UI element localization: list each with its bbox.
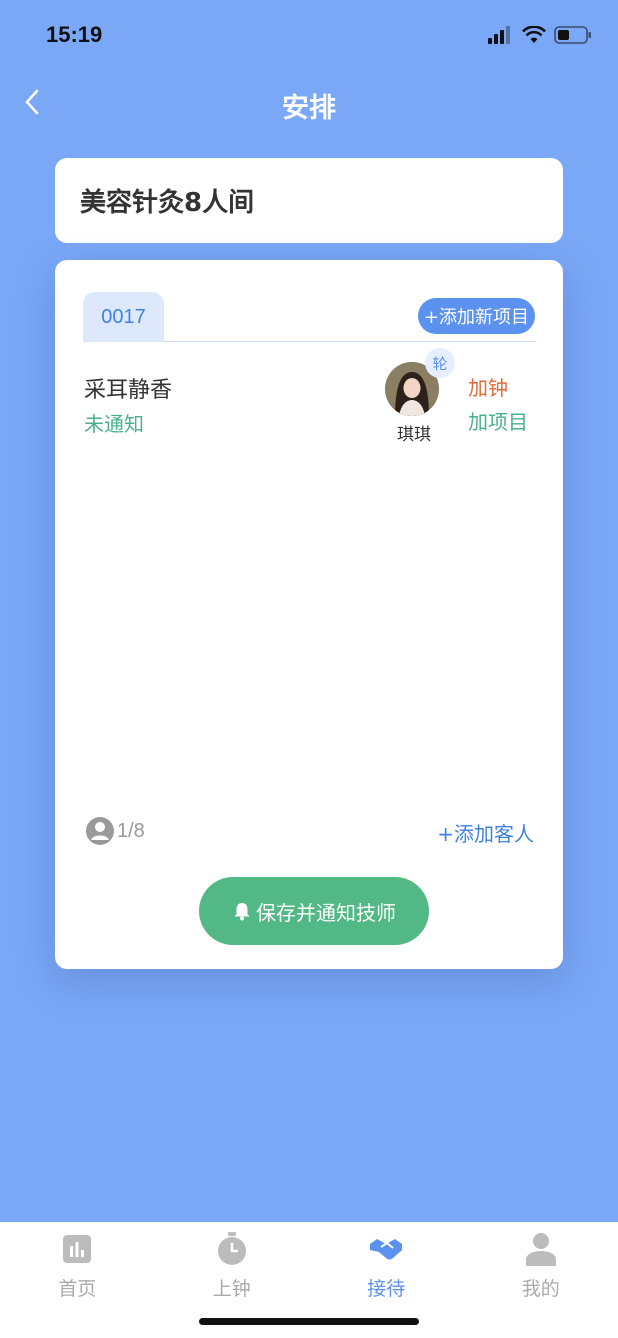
nav-bar: 安排 — [0, 72, 618, 134]
room-card: 美容针灸8人间 — [55, 158, 563, 243]
user-icon — [524, 1232, 558, 1266]
tab-mine[interactable]: 我的 — [464, 1222, 618, 1338]
technician[interactable]: 轮 琪琪 — [383, 348, 455, 445]
guest-count: 1/8 — [85, 816, 145, 846]
battery-icon — [554, 26, 591, 44]
tab-reception-label: 接待 — [367, 1278, 406, 1300]
tab-home-label: 首页 — [58, 1278, 97, 1300]
user-circle-icon — [86, 817, 114, 845]
tab-order-0017[interactable]: 0017 — [83, 292, 164, 342]
tab-home[interactable]: 首页 — [0, 1222, 155, 1338]
guest-count-text: 1/8 — [117, 819, 145, 842]
bar-chart-icon — [60, 1232, 94, 1266]
add-guest-button[interactable]: +添加客人 — [437, 818, 534, 847]
signal-icon — [488, 26, 510, 44]
page-title: 安排 — [282, 93, 336, 124]
add-project-button[interactable]: +添加新项目 — [417, 298, 535, 334]
status-time: 15:19 — [46, 22, 103, 47]
save-and-notify-label: 保存并通知技师 — [256, 900, 396, 925]
room-name: 美容针灸8人间 — [80, 188, 255, 218]
guest-name: 采耳静香 — [84, 378, 173, 403]
tab-mine-label: 我的 — [521, 1278, 560, 1300]
handshake-icon — [369, 1232, 403, 1266]
bell-icon — [234, 903, 250, 921]
tab-clock-in-label: 上钟 — [212, 1278, 251, 1300]
technician-name: 琪琪 — [397, 425, 431, 445]
status-bar: 15:19 — [0, 0, 618, 72]
guest-status: 未通知 — [84, 412, 144, 436]
rotation-badge: 轮 — [425, 348, 455, 378]
stopwatch-icon — [215, 1232, 249, 1266]
arrangement-card: 0017 +添加新项目 采耳静香 未通知 轮 琪琪 加钟 加项目 1/8 +添加… — [55, 260, 563, 969]
wifi-icon — [522, 26, 546, 43]
add-item-button[interactable]: 加项目 — [468, 406, 528, 435]
order-tab-row: 0017 +添加新项目 — [83, 292, 535, 342]
add-time-button[interactable]: 加钟 — [468, 372, 508, 401]
home-indicator — [199, 1318, 419, 1325]
save-and-notify-button[interactable]: 保存并通知技师 — [199, 877, 429, 945]
status-icons — [488, 26, 592, 44]
